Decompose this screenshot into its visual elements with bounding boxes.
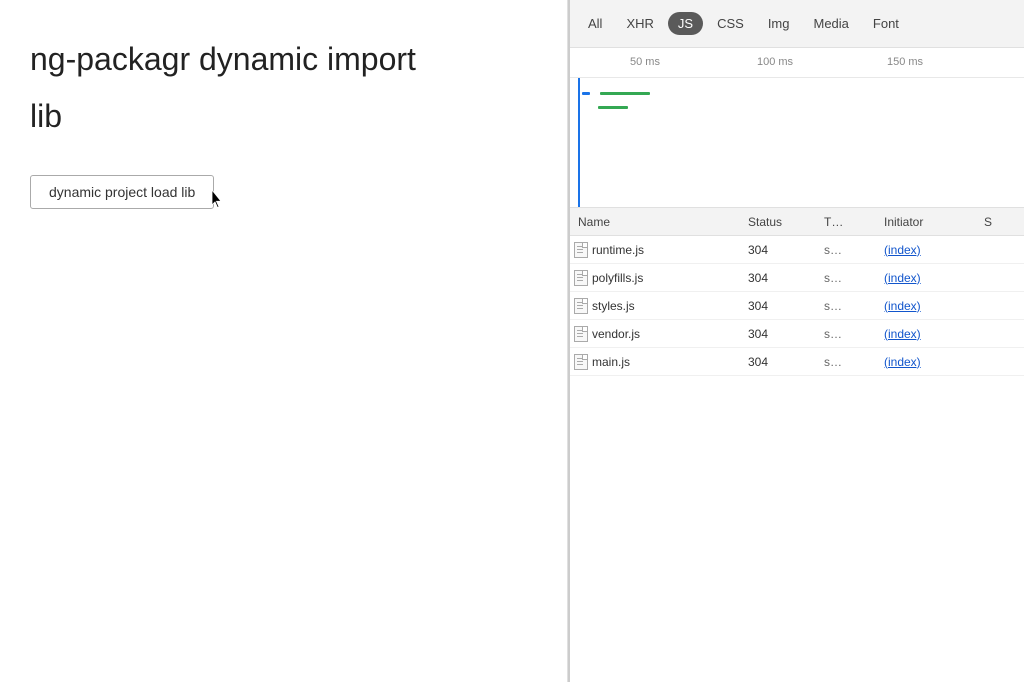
tab-img[interactable]: Img xyxy=(758,12,800,35)
initiator-link[interactable]: (index) xyxy=(884,327,921,341)
network-table: Name Status T… Initiator S runtime.js 30… xyxy=(570,208,1024,682)
file-icon-line xyxy=(577,336,583,337)
waterfall-bar-green-1 xyxy=(600,92,650,95)
file-icon-line xyxy=(577,280,583,281)
timeline-vertical-line xyxy=(578,78,580,207)
ruler-150ms: 150 ms xyxy=(840,56,970,68)
file-icon-lines xyxy=(575,300,587,311)
table-row[interactable]: polyfills.js 304 s… (index) xyxy=(570,264,1024,292)
cell-type-vendor: s… xyxy=(820,327,880,341)
cell-name-runtime: runtime.js xyxy=(570,242,740,258)
table-header: Name Status T… Initiator S xyxy=(570,208,1024,236)
file-icon-line xyxy=(577,274,583,275)
page-title: ng-packagr dynamic import xyxy=(30,40,537,78)
file-icon-line xyxy=(577,333,583,334)
cell-initiator-polyfills: (index) xyxy=(880,271,980,285)
initiator-link[interactable]: (index) xyxy=(884,355,921,369)
waterfall-content xyxy=(570,78,1024,122)
left-pane: ng-packagr dynamic import lib dynamic pr… xyxy=(0,0,568,682)
file-icon-line xyxy=(577,249,583,250)
filename: runtime.js xyxy=(592,243,644,257)
cell-initiator-runtime: (index) xyxy=(880,243,980,257)
cell-status-styles: 304 xyxy=(740,299,820,313)
file-icon-line xyxy=(577,364,583,365)
waterfall-row-1 xyxy=(580,88,1014,98)
file-icon-line xyxy=(577,246,583,247)
cell-status-runtime: 304 xyxy=(740,243,820,257)
cell-initiator-main: (index) xyxy=(880,355,980,369)
cell-initiator-styles: (index) xyxy=(880,299,980,313)
file-icon xyxy=(574,354,588,370)
devtools-panel: All XHR JS CSS Img Media Font 50 ms 100 … xyxy=(568,0,1024,682)
file-icon-lines xyxy=(575,272,587,283)
table-row[interactable]: styles.js 304 s… (index) xyxy=(570,292,1024,320)
timeline-area: 50 ms 100 ms 150 ms xyxy=(570,48,1024,208)
waterfall-bar-green-2 xyxy=(598,106,628,109)
table-row[interactable]: vendor.js 304 s… (index) xyxy=(570,320,1024,348)
file-icon xyxy=(574,270,588,286)
cell-status-vendor: 304 xyxy=(740,327,820,341)
filter-tabs: All XHR JS CSS Img Media Font xyxy=(570,0,1024,48)
filename: polyfills.js xyxy=(592,271,643,285)
filename: vendor.js xyxy=(592,327,640,341)
initiator-link[interactable]: (index) xyxy=(884,271,921,285)
timeline-ruler: 50 ms 100 ms 150 ms xyxy=(570,48,1024,78)
page-subtitle: lib xyxy=(30,98,537,135)
tab-font[interactable]: Font xyxy=(863,12,909,35)
file-icon-line xyxy=(577,305,583,306)
file-icon-line xyxy=(577,277,583,278)
cell-type-polyfills: s… xyxy=(820,271,880,285)
tab-js[interactable]: JS xyxy=(668,12,703,35)
file-icon-line xyxy=(577,308,583,309)
waterfall-bar-blue xyxy=(582,92,590,95)
cell-initiator-vendor: (index) xyxy=(880,327,980,341)
filename: main.js xyxy=(592,355,630,369)
table-row[interactable]: runtime.js 304 s… (index) xyxy=(570,236,1024,264)
ruler-50ms: 50 ms xyxy=(580,56,710,68)
cell-name-styles: styles.js xyxy=(570,298,740,314)
file-icon-line xyxy=(577,361,583,362)
file-icon xyxy=(574,242,588,258)
ruler-100ms: 100 ms xyxy=(710,56,840,68)
file-icon-line xyxy=(577,252,583,253)
load-lib-button[interactable]: dynamic project load lib xyxy=(30,175,214,209)
file-icon-line xyxy=(577,330,583,331)
tab-all[interactable]: All xyxy=(578,12,612,35)
initiator-link[interactable]: (index) xyxy=(884,243,921,257)
cell-name-polyfills: polyfills.js xyxy=(570,270,740,286)
filename: styles.js xyxy=(592,299,635,313)
header-size: S xyxy=(980,215,1024,229)
file-icon-line xyxy=(577,302,583,303)
header-name: Name xyxy=(570,215,740,229)
table-row[interactable]: main.js 304 s… (index) xyxy=(570,348,1024,376)
header-status: Status xyxy=(740,215,820,229)
file-icon-lines xyxy=(575,328,587,339)
tab-css[interactable]: CSS xyxy=(707,12,754,35)
file-icon-lines xyxy=(575,244,587,255)
cell-type-main: s… xyxy=(820,355,880,369)
cell-status-main: 304 xyxy=(740,355,820,369)
header-initiator: Initiator xyxy=(880,215,980,229)
header-type: T… xyxy=(820,215,880,229)
file-icon xyxy=(574,298,588,314)
file-icon xyxy=(574,326,588,342)
file-icon-line xyxy=(577,358,583,359)
waterfall-row-2 xyxy=(580,102,1014,112)
initiator-link[interactable]: (index) xyxy=(884,299,921,313)
cell-name-vendor: vendor.js xyxy=(570,326,740,342)
tab-media[interactable]: Media xyxy=(803,12,858,35)
tab-xhr[interactable]: XHR xyxy=(616,12,663,35)
cell-status-polyfills: 304 xyxy=(740,271,820,285)
cell-type-runtime: s… xyxy=(820,243,880,257)
cell-name-main: main.js xyxy=(570,354,740,370)
file-icon-lines xyxy=(575,356,587,367)
cell-type-styles: s… xyxy=(820,299,880,313)
